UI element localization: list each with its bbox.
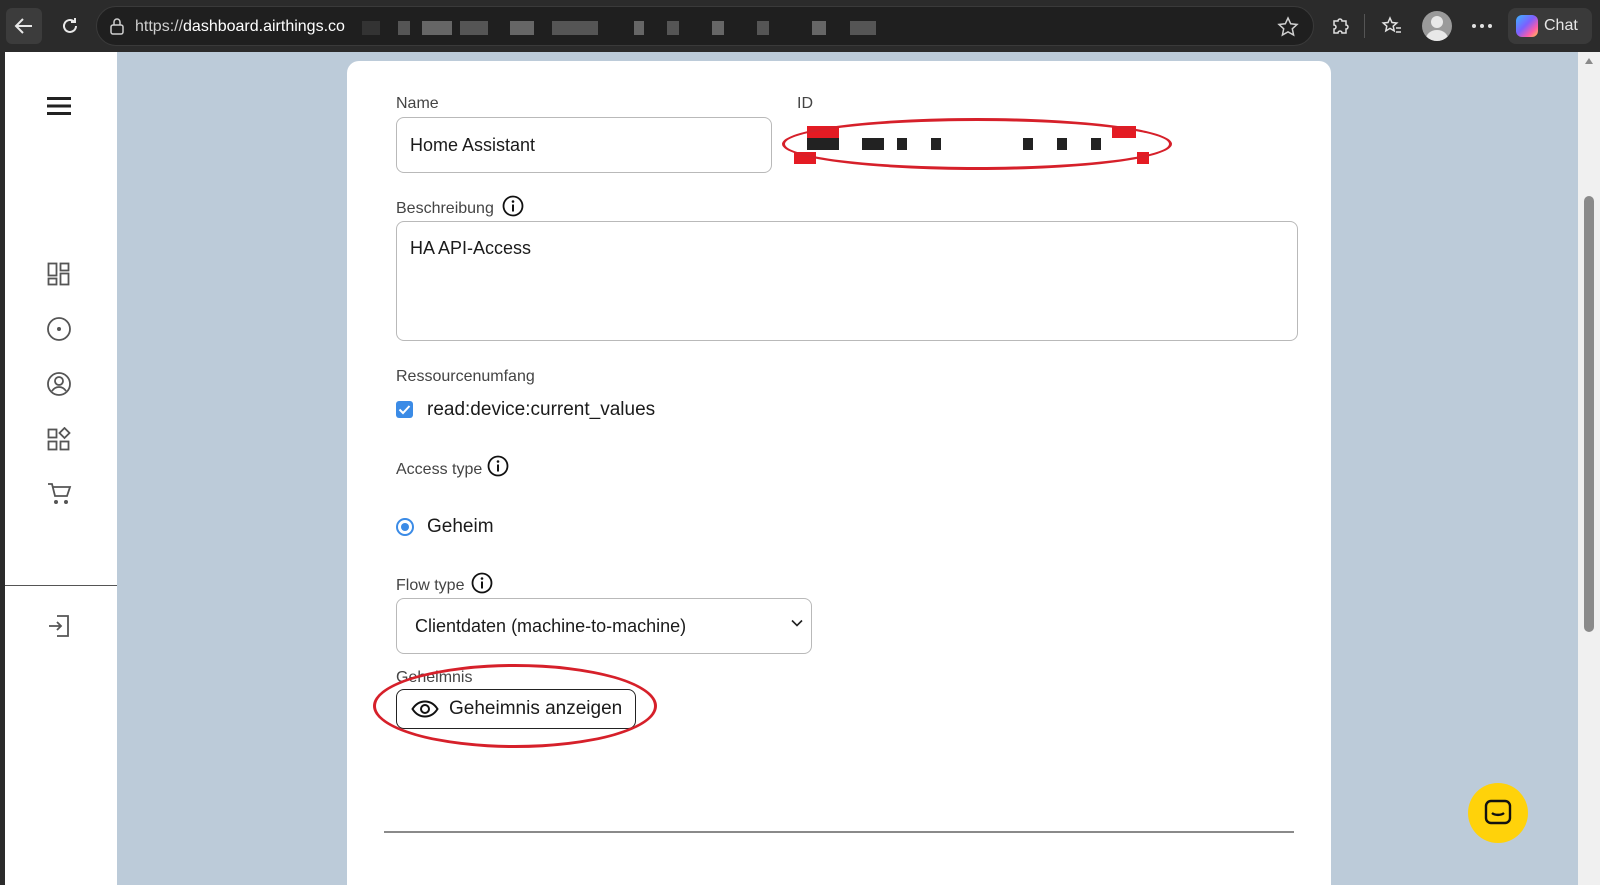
sidebar-divider (5, 585, 117, 586)
flow-type-select[interactable]: Clientdaten (machine-to-machine) (396, 598, 812, 654)
info-icon[interactable] (487, 455, 509, 477)
api-client-form-card: Name Home Assistant ID Beschreibung HA A… (347, 61, 1331, 885)
star-icon[interactable] (1277, 16, 1299, 43)
access-type-radio[interactable] (396, 518, 414, 536)
scroll-thumb[interactable] (1584, 196, 1594, 632)
lock-icon[interactable] (109, 17, 125, 40)
logout-icon[interactable] (45, 612, 73, 640)
dashboard-grid-icon[interactable] (45, 260, 73, 288)
info-icon[interactable] (502, 195, 524, 217)
device-circle-icon[interactable] (45, 315, 73, 343)
name-label: Name (396, 95, 439, 112)
scroll-up-arrow[interactable] (1585, 58, 1593, 64)
sidebar (5, 52, 117, 885)
help-chat-button[interactable] (1468, 783, 1528, 843)
url-text: https://dashboard.airthings.co (135, 18, 345, 35)
section-divider (384, 831, 1294, 833)
page-viewport: Name Home Assistant ID Beschreibung HA A… (5, 52, 1578, 885)
flow-type-selected-value: Clientdaten (machine-to-machine) (415, 615, 687, 636)
back-button[interactable] (6, 8, 42, 44)
more-icon[interactable] (1466, 10, 1498, 42)
chat-label: Chat (1544, 17, 1578, 34)
id-label: ID (797, 95, 813, 112)
profile-icon[interactable] (1422, 11, 1452, 41)
favorites-star-list-icon[interactable] (1376, 10, 1408, 42)
reload-button[interactable] (52, 8, 88, 44)
description-textarea[interactable]: HA API-Access (396, 221, 1298, 341)
name-input[interactable]: Home Assistant (396, 117, 772, 173)
account-circle-icon[interactable] (45, 370, 73, 398)
scope-label: Ressourcenumfang (396, 368, 535, 385)
copilot-chat-button[interactable]: Chat (1508, 8, 1592, 44)
info-icon[interactable] (471, 572, 493, 594)
arrow-left-icon (14, 18, 32, 34)
address-bar[interactable]: https://dashboard.airthings.co (96, 6, 1314, 46)
chevron-down-icon (791, 619, 803, 627)
copilot-icon (1516, 15, 1538, 37)
hamburger-menu-icon[interactable] (45, 92, 73, 120)
shopping-cart-icon[interactable] (45, 480, 73, 508)
widgets-icon[interactable] (45, 425, 73, 453)
scope-option-label[interactable]: read:device:current_values (427, 399, 655, 421)
secret-button-highlight-annotation (373, 664, 657, 748)
toolbar-divider (1364, 14, 1365, 38)
id-highlight-annotation (782, 118, 1172, 170)
url-redaction (362, 21, 876, 35)
description-label: Beschreibung (396, 200, 494, 217)
scope-checkbox[interactable] (396, 401, 413, 418)
access-type-option-label[interactable]: Geheim (427, 516, 494, 538)
browser-toolbar: https://dashboard.airthings.co Chat (0, 0, 1600, 52)
reload-icon (63, 18, 77, 33)
access-type-label: Access type (396, 461, 483, 478)
flow-type-label: Flow type (396, 577, 465, 594)
vertical-scrollbar[interactable] (1578, 52, 1600, 885)
puzzle-icon[interactable] (1324, 10, 1356, 42)
chat-help-icon (1484, 799, 1512, 825)
